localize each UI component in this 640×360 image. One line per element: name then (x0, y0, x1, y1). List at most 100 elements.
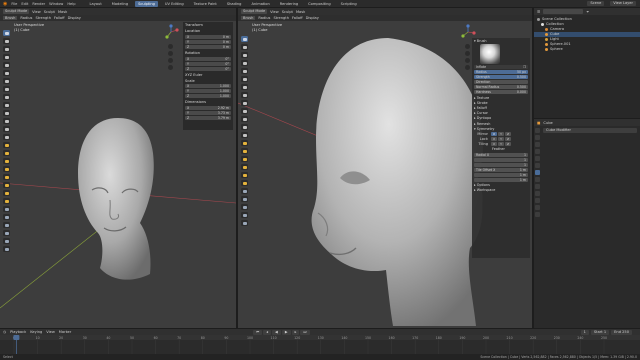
workspace-tab-layout[interactable]: Layout (87, 1, 105, 7)
menu-playback[interactable]: Playback (10, 330, 26, 334)
scrape-tool[interactable] (3, 118, 10, 124)
object-tab-icon[interactable] (535, 170, 540, 175)
box-mask-tool[interactable] (3, 214, 10, 220)
mode-selector[interactable]: Sculpt Mode (3, 9, 30, 14)
strength-field[interactable]: Strength 0.500 (474, 75, 528, 80)
snake-hook-tool[interactable] (241, 148, 248, 154)
location-y-field[interactable]: Y0 m (185, 39, 231, 44)
workspace-tab-uv-editing[interactable]: UV Editing (162, 1, 187, 7)
snake-hook-tool[interactable] (3, 158, 10, 164)
annotate-tool[interactable] (3, 246, 10, 252)
zoom-icon[interactable] (168, 44, 173, 49)
slide-relax-tool[interactable] (3, 198, 10, 204)
tool-tab-icon[interactable] (535, 128, 540, 133)
mode-selector[interactable]: Sculpt Mode (241, 9, 268, 14)
workspace-tab-animation[interactable]: Animation (248, 1, 272, 7)
menu-view[interactable]: View (270, 10, 279, 14)
particles-tab-icon[interactable] (535, 184, 540, 189)
workspace-tab-texture-paint[interactable]: Texture Paint (191, 1, 220, 7)
workspace-tab-scripting[interactable]: Scripting (338, 1, 360, 7)
crease-tool[interactable] (3, 86, 10, 92)
transform-tool[interactable] (241, 212, 248, 218)
radial-y-field[interactable]: 1 (474, 157, 528, 162)
tiling-x-toggle[interactable]: X (491, 141, 497, 146)
brush-selector[interactable]: Brush (3, 16, 18, 20)
physics-tab-icon[interactable] (535, 191, 540, 196)
box-mask-tool[interactable] (241, 196, 248, 202)
elastic-deform-tool[interactable] (3, 150, 10, 156)
scrape-tool[interactable] (241, 124, 248, 130)
camera-view-icon[interactable] (465, 58, 470, 63)
camera-view-icon[interactable] (168, 58, 173, 63)
current-frame-field[interactable]: 1 (580, 329, 589, 335)
outliner-search-input[interactable] (543, 9, 584, 14)
scene-tab-icon[interactable] (535, 156, 540, 161)
step-back-button[interactable]: ◂ (263, 329, 272, 335)
editor-type-icon[interactable]: ◷ (3, 330, 6, 334)
scene-selector[interactable]: Scene (587, 1, 605, 6)
world-tab-icon[interactable] (535, 163, 540, 168)
workspace-tab-modeling[interactable]: Modeling (109, 1, 131, 7)
clay-tool[interactable] (241, 52, 248, 58)
annotate-tool[interactable] (241, 220, 248, 226)
tile-offset-x-field[interactable]: Tile Offset X1 m (474, 167, 528, 172)
outliner-row-sphere[interactable]: Sphere (534, 47, 640, 52)
location-z-field[interactable]: Z0 m (185, 44, 231, 49)
menu-marker[interactable]: Marker (59, 330, 71, 334)
menu-mask[interactable]: Mask (58, 10, 67, 14)
viewport-left[interactable]: Sculpt Mode View Sculpt Mask Brush Radiu… (0, 8, 236, 328)
normal-radius-field[interactable]: Normal Radius 0.500 (474, 85, 528, 90)
radial-z-field[interactable]: 1 (474, 162, 528, 167)
nudge-tool[interactable] (241, 172, 248, 178)
falloff-menu[interactable]: Falloff (292, 16, 303, 20)
crease-tool[interactable] (241, 92, 248, 98)
workspace-section[interactable]: ▸ Workspace (472, 188, 530, 193)
layer-tool[interactable] (3, 62, 10, 68)
mesh-filter-tool[interactable] (3, 230, 10, 236)
fill-tool[interactable] (3, 110, 10, 116)
output-tab-icon[interactable] (535, 142, 540, 147)
thumb-tool[interactable] (3, 166, 10, 172)
menu-render[interactable]: Render (32, 2, 45, 6)
draw-sharp-tool[interactable] (3, 38, 10, 44)
workspace-tab-rendering[interactable]: Rendering (277, 1, 301, 7)
box-hide-tool[interactable] (3, 222, 10, 228)
pinch-tool[interactable] (241, 132, 248, 138)
material-tab-icon[interactable] (535, 212, 540, 217)
display-menu[interactable]: Display (306, 16, 319, 20)
jump-start-button[interactable]: ⏮ (253, 329, 263, 335)
mask-tool[interactable] (241, 188, 248, 194)
inflate-tool[interactable] (241, 76, 248, 82)
pan-hand-icon[interactable] (168, 51, 173, 56)
clay-tool[interactable] (3, 46, 10, 52)
layer-tool[interactable] (241, 68, 248, 74)
display-menu[interactable]: Display (68, 16, 81, 20)
pose-tool[interactable] (3, 174, 10, 180)
mesh-filter-tool[interactable] (241, 204, 248, 210)
ortho-toggle-icon[interactable] (465, 65, 470, 70)
menu-edit[interactable]: Edit (21, 2, 28, 6)
tile-offset-z-field[interactable]: 1 m (474, 177, 528, 182)
scale-z-field[interactable]: Z 1.000 (185, 94, 231, 99)
brush-section-title[interactable]: ▾ Brush (472, 38, 530, 43)
brush-selector[interactable]: Brush (241, 16, 256, 20)
view-layer-selector[interactable]: View Layer (610, 1, 636, 6)
outliner-display-mode-icon[interactable]: ☰ (537, 10, 540, 14)
data-tab-icon[interactable] (535, 205, 540, 210)
scale-y-field[interactable]: Y 1.000 (185, 89, 231, 94)
modifier-tab-icon[interactable] (535, 177, 540, 182)
dimensions-y-field[interactable]: Y 3.73 m (185, 111, 231, 116)
filter-icon[interactable]: ⏷ (586, 10, 589, 14)
mirror-y-toggle[interactable]: Y (498, 132, 504, 137)
dimensions-x-field[interactable]: X 2.92 m (185, 106, 231, 111)
step-forward-button[interactable]: ▸ (291, 329, 300, 335)
view-layer-tab-icon[interactable] (535, 149, 540, 154)
grab-tool[interactable] (3, 142, 10, 148)
symmetry-section[interactable]: ▾ Symmetry (472, 126, 530, 131)
thumb-tool[interactable] (241, 156, 248, 162)
flatten-tool[interactable] (3, 102, 10, 108)
rotation-y-field[interactable]: Y 0° (185, 61, 231, 66)
radial-x-field[interactable]: Radial X1 (474, 152, 528, 157)
smooth-tool[interactable] (241, 100, 248, 106)
rotation-x-field[interactable]: X 0° (185, 56, 231, 61)
